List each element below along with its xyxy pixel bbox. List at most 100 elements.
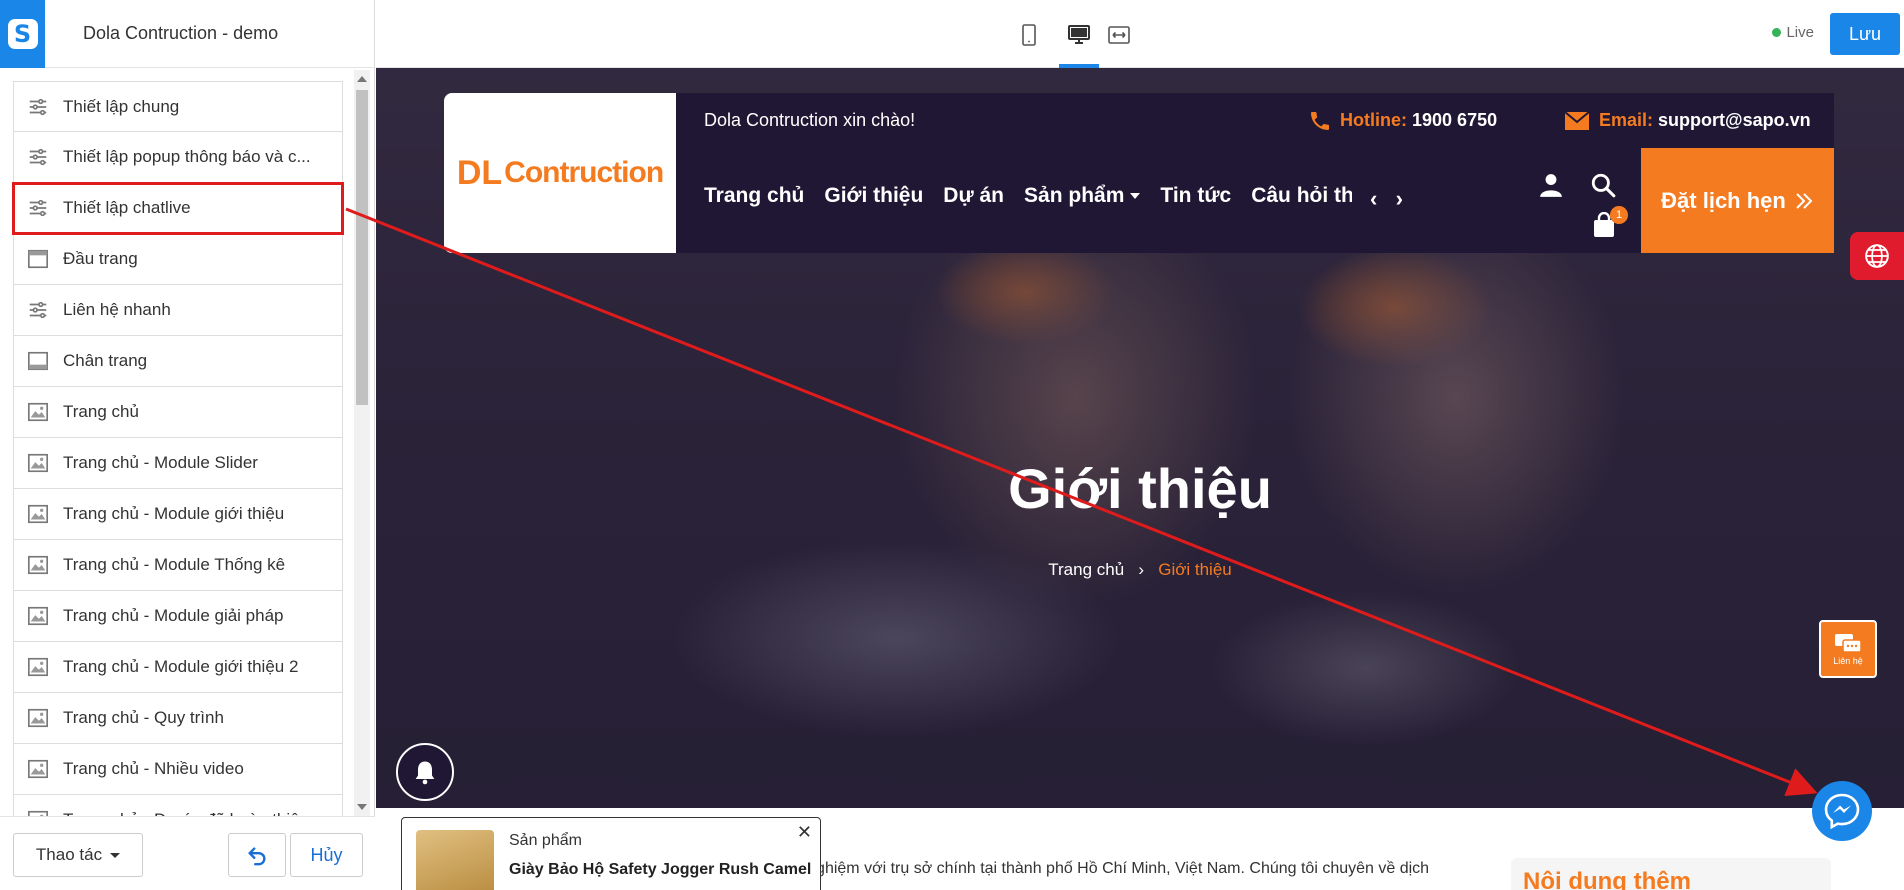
popup-product-name[interactable]: Giày Bảo Hộ Safety Jogger Rush Camel xyxy=(509,861,811,879)
cart-count-badge: 1 xyxy=(1610,206,1628,224)
product-thumbnail[interactable] xyxy=(416,830,494,890)
mobile-view-button[interactable] xyxy=(1014,20,1044,50)
breadcrumb-current: Giới thiệu xyxy=(1158,560,1232,579)
messenger-icon xyxy=(1824,793,1860,830)
section-item[interactable]: Trang chủ xyxy=(13,387,343,438)
hotline-link[interactable]: Hotline: 1900 6750 xyxy=(1308,109,1497,133)
nav-item[interactable]: Câu hỏi thường gặp xyxy=(1251,184,1352,208)
page-title: Giới thiệu xyxy=(1008,457,1272,520)
nav-item-label: Câu hỏi thường gặp xyxy=(1251,184,1352,207)
section-item-label: Trang chủ - Module giải pháp xyxy=(63,606,284,625)
scrollbar-thumb[interactable] xyxy=(356,90,368,405)
nav-item[interactable]: Dự án xyxy=(943,184,1004,208)
section-item[interactable]: Thiết lập chung xyxy=(13,81,343,132)
desktop-view-button[interactable] xyxy=(1064,20,1094,50)
header-greeting: Dola Contruction xin chào! xyxy=(704,110,916,130)
book-appointment-button[interactable]: Đặt lịch hẹn xyxy=(1641,148,1834,253)
nav-next-chevron-icon[interactable]: › xyxy=(1396,186,1403,211)
close-icon[interactable]: ✕ xyxy=(797,822,812,843)
nav-item[interactable]: Tin tức xyxy=(1160,184,1231,208)
popup-label: Sản phẩm xyxy=(509,832,582,849)
nav-scroll-controls: ‹ › xyxy=(1370,186,1403,212)
product-notification-popup[interactable]: Sản phẩm Giày Bảo Hộ Safety Jogger Rush … xyxy=(401,817,821,890)
messenger-chat-button[interactable] xyxy=(1812,781,1872,841)
nav-prev-chevron-icon[interactable]: ‹ xyxy=(1370,186,1377,211)
user-icon[interactable] xyxy=(1538,172,1564,198)
save-button[interactable]: Lưu xyxy=(1830,13,1900,55)
section-item[interactable]: Trang chủ - Module Slider xyxy=(13,438,343,489)
section-item-label: Trang chủ xyxy=(63,402,139,421)
nav-item-label: Trang chủ xyxy=(704,184,805,207)
undo-button[interactable] xyxy=(228,833,286,877)
main-nav: Trang chủ Giới thiệu Dự án Sản phẩm Tin tức C… xyxy=(704,184,1352,208)
section-item[interactable]: Trang chủ - Quy trình xyxy=(13,693,343,744)
settings-sliders-icon xyxy=(27,96,49,118)
nav-item-label: Sản phẩm xyxy=(1024,184,1125,207)
editor-sidebar: S Dola Contruction - demo Thiết lập chun… xyxy=(0,0,375,890)
nav-dropdown-caret-icon xyxy=(1130,193,1141,199)
phone-icon xyxy=(1311,111,1329,130)
section-item-label: Trang chủ - Nhiều video xyxy=(63,759,244,778)
image-section-icon xyxy=(27,809,49,816)
scroll-down-arrow-icon[interactable] xyxy=(357,804,367,810)
nav-item[interactable]: Sản phẩm xyxy=(1024,184,1141,208)
notification-bell-button[interactable] xyxy=(396,743,454,801)
app-logo[interactable]: S xyxy=(0,0,45,68)
quick-contact-button[interactable]: Liên hệ xyxy=(1819,620,1877,678)
site-logo-mark: DL xyxy=(456,153,503,192)
section-item[interactable]: Trang chủ - Module giải pháp xyxy=(13,591,343,642)
actions-dropdown-label: Thao tác xyxy=(35,845,103,864)
actions-dropdown-button[interactable]: Thao tác xyxy=(13,833,143,877)
language-switch-button[interactable] xyxy=(1850,232,1904,280)
section-item[interactable]: Thiết lập chatlive xyxy=(12,182,344,235)
search-icon[interactable] xyxy=(1590,172,1616,198)
mobile-device-icon xyxy=(1022,24,1036,46)
store-name: Dola Contruction - demo xyxy=(83,23,279,43)
fullwidth-view-button[interactable] xyxy=(1104,20,1134,50)
nav-item[interactable]: Trang chủ xyxy=(704,184,804,208)
header-layout-icon xyxy=(27,248,49,270)
live-status: Live xyxy=(1772,24,1814,41)
header-navbar: Trang chủ Giới thiệu Dự án Sản phẩm Tin tức C… xyxy=(676,148,1834,253)
quick-contact-label: Liên hệ xyxy=(1833,656,1863,666)
caret-down-icon xyxy=(110,852,121,858)
hotline-value: 1900 6750 xyxy=(1412,110,1498,130)
scroll-up-arrow-icon[interactable] xyxy=(357,76,367,82)
chat-bubbles-icon xyxy=(1835,634,1862,653)
section-item[interactable]: Trang chủ - Module Thống kê xyxy=(13,540,343,591)
editor-toolbar: Live Lưu xyxy=(376,0,1904,68)
book-appointment-label: Đặt lịch hẹn xyxy=(1661,187,1786,213)
editor-footer: Thao tác Hủy xyxy=(0,816,375,890)
cancel-button[interactable]: Hủy xyxy=(290,833,363,877)
header-icons: 1 xyxy=(1528,160,1628,240)
image-section-icon xyxy=(27,758,49,780)
expand-width-icon xyxy=(1108,26,1130,44)
section-item[interactable]: Đầu trang xyxy=(13,234,343,285)
nav-item-label: Tin tức xyxy=(1160,184,1232,207)
image-section-icon xyxy=(27,503,49,525)
section-item[interactable]: Trang chủ - Nhiều video xyxy=(13,744,343,795)
section-item-label: Trang chủ - Module Slider xyxy=(63,453,258,472)
undo-icon xyxy=(248,847,266,866)
section-list-scrollbar[interactable] xyxy=(354,70,370,816)
section-item[interactable]: Thiết lập popup thông báo và c... xyxy=(13,132,343,183)
section-item[interactable]: Liên hệ nhanh xyxy=(13,285,343,336)
section-item-label: Thiết lập popup thông báo và c... xyxy=(63,147,311,166)
section-list: Thiết lập chung Thiết lập popup thông báo… xyxy=(12,81,344,816)
section-item[interactable]: Chân trang xyxy=(13,336,343,387)
section-item[interactable]: Trang chủ - Module giới thiệu xyxy=(13,489,343,540)
section-item[interactable]: Trang chủ - Module giới thiệu 2 xyxy=(13,642,343,693)
extra-content-heading: Nội dung thêm xyxy=(1523,868,1691,890)
settings-sliders-icon xyxy=(27,299,49,321)
image-section-icon xyxy=(27,554,49,576)
email-link[interactable]: Email: support@sapo.vn xyxy=(1564,110,1811,131)
live-label: Live xyxy=(1786,24,1814,41)
breadcrumb-home-link[interactable]: Trang chủ xyxy=(1048,560,1124,579)
section-item-label: Liên hệ nhanh xyxy=(63,300,171,319)
image-section-icon xyxy=(27,401,49,423)
site-logo[interactable]: DL Contruction xyxy=(444,93,676,253)
nav-item[interactable]: Giới thiệu xyxy=(824,184,923,208)
email-value: support@sapo.vn xyxy=(1658,110,1811,130)
hotline-label: Hotline: xyxy=(1340,110,1407,130)
section-item[interactable]: Trang chủ - Dự án đã hoàn thiện xyxy=(13,795,343,816)
